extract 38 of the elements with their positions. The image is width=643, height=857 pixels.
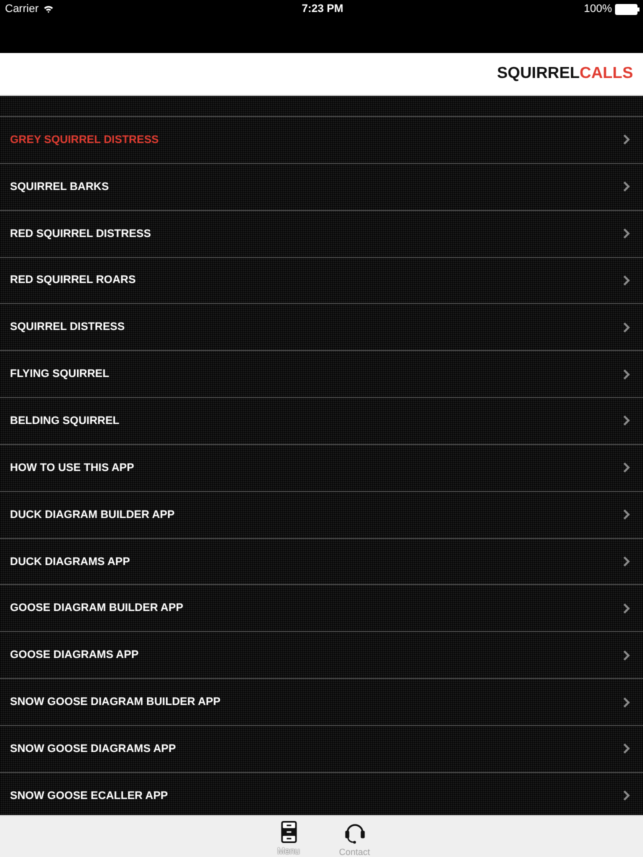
menu-item[interactable]: RED SQUIRREL DISTRESS xyxy=(0,210,643,257)
menu-item[interactable]: SNOW GOOSE DIAGRAM BUILDER APP xyxy=(0,678,643,725)
menu-item[interactable]: RED SQUIRREL ROARS xyxy=(0,256,643,304)
app-title: SQUIRRELCALLS xyxy=(497,65,633,83)
drawers-icon xyxy=(280,821,296,843)
chevron-icon xyxy=(623,743,630,754)
battery-percentage: 100% xyxy=(584,3,612,15)
chevron-icon xyxy=(623,415,630,426)
menu-item[interactable]: DUCK DIAGRAM BUILDER APP xyxy=(0,490,643,538)
menu-item[interactable]: GOOSE DIAGRAM BUILDER APP xyxy=(0,584,643,632)
chevron-icon xyxy=(623,322,630,333)
chevron-icon xyxy=(623,696,630,708)
menu-item[interactable]: HOW TO USE THIS APP xyxy=(0,444,643,491)
chevron-icon xyxy=(623,462,630,474)
chevron-icon xyxy=(623,368,630,380)
menu-item[interactable]: SQUIRREL DISTRESS xyxy=(0,303,643,350)
menu-item[interactable]: SNOW GOOSE DIAGRAMS APP xyxy=(0,724,643,772)
menu-item[interactable]: BELDING SQUIRREL xyxy=(0,397,643,444)
clock-time: 7:23 PM xyxy=(302,3,344,15)
wifi-icon xyxy=(42,5,54,13)
chevron-icon xyxy=(623,790,630,802)
carrier-name: Carrier xyxy=(5,3,39,15)
menu-item[interactable]: GOOSE DIAGRAMS APP xyxy=(0,631,643,678)
chevron-icon xyxy=(623,509,630,520)
chevron-icon xyxy=(623,556,630,568)
battery-icon xyxy=(615,4,640,14)
menu-item[interactable]: DUCK DIAGRAMS APP xyxy=(0,538,643,584)
chevron-icon xyxy=(623,228,630,240)
chevron-icon xyxy=(623,602,630,614)
chevron-icon xyxy=(623,181,630,192)
menu-item[interactable]: GREY SQUIRREL DISTRESS xyxy=(0,116,643,163)
chevron-icon xyxy=(623,134,630,146)
chevron-icon xyxy=(623,274,630,286)
tab-button[interactable]: Menu xyxy=(256,816,322,857)
menu-item[interactable]: FLYING SQUIRREL xyxy=(0,350,643,398)
chevron-icon xyxy=(623,650,630,661)
menu-item[interactable]: SQUIRREL BARKS xyxy=(0,162,643,210)
headset-icon xyxy=(344,821,366,844)
